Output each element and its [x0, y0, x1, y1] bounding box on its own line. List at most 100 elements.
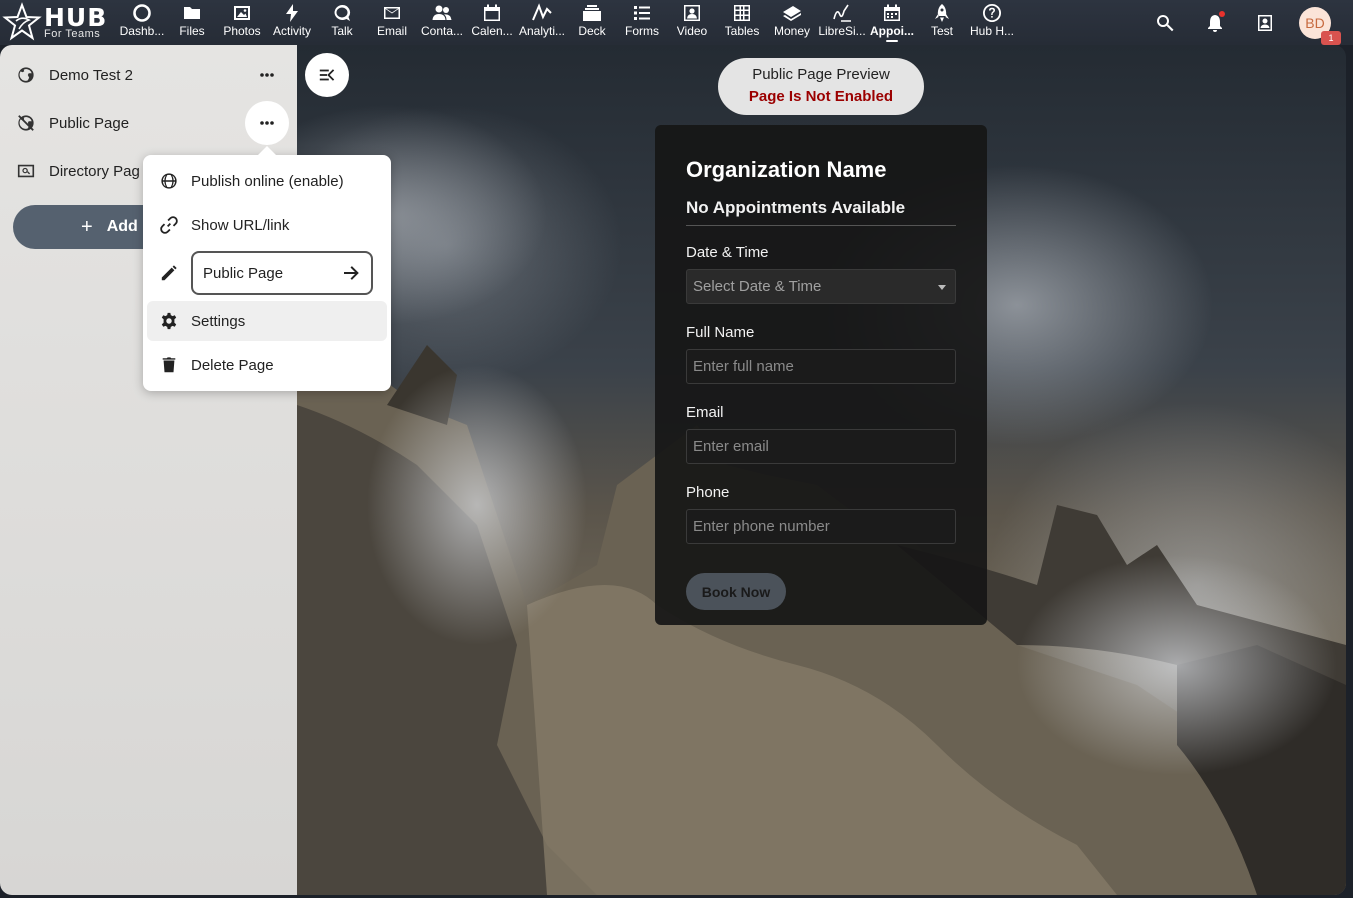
book-now-button[interactable]: Book Now — [686, 573, 786, 610]
app-label: Email — [376, 24, 407, 38]
full-name-label: Full Name — [686, 324, 755, 341]
app-label: Appoi... — [870, 24, 914, 38]
app-contacts[interactable]: Conta... — [417, 0, 467, 45]
menu-item-settings[interactable]: Settings — [147, 301, 387, 341]
globe-icon — [161, 173, 177, 189]
dots-horizontal-icon — [260, 121, 274, 125]
menu-item-label: Publish online (enable) — [191, 172, 344, 190]
app-test[interactable]: Test — [917, 0, 967, 45]
app-analytics[interactable]: Analyti... — [517, 0, 567, 45]
organization-name: Organization Name — [686, 157, 887, 182]
preview-status: Page Is Not Enabled — [748, 88, 894, 105]
sidebar-item-label: Demo Test 2 — [49, 66, 133, 84]
date-time-placeholder: Select Date & Time — [693, 278, 822, 295]
analytics-icon — [532, 3, 552, 21]
preview-status-pill: Public Page Preview Page Is Not Enabled — [718, 58, 924, 115]
contact-book-icon — [1258, 14, 1272, 31]
star-logo-icon — [2, 2, 42, 41]
video-icon — [684, 5, 700, 21]
dashboard-icon — [133, 4, 151, 22]
app-label: Analyti... — [518, 24, 566, 38]
lightning-icon — [286, 4, 298, 22]
app-label: Hub H... — [969, 24, 1014, 38]
user-avatar[interactable]: BD 1 — [1299, 6, 1341, 45]
menu-item-show-url[interactable]: Show URL/link — [147, 205, 387, 245]
pencil-icon — [161, 265, 177, 281]
calendar-icon — [484, 4, 500, 21]
app-label: Deck — [578, 24, 606, 38]
toggle-sidebar-button[interactable] — [305, 53, 349, 97]
phone-placeholder: Enter phone number — [693, 518, 830, 535]
contacts-menu-button[interactable] — [1240, 0, 1290, 45]
globe-off-icon — [18, 115, 34, 131]
full-name-placeholder: Enter full name — [693, 358, 794, 375]
app-calendar[interactable]: Calen... — [467, 0, 517, 45]
submit-rename-button[interactable] — [343, 265, 359, 281]
app-label: Test — [930, 24, 953, 38]
sidebar-item-label: Directory Pag — [49, 162, 140, 180]
app-label: Photos — [223, 24, 261, 38]
sidebar-item-label: Public Page — [49, 114, 130, 132]
deck-icon — [583, 5, 601, 21]
no-appointments-heading: No Appointments Available — [686, 198, 956, 226]
menu-item-publish[interactable]: Publish online (enable) — [147, 161, 387, 201]
mail-icon — [384, 7, 400, 19]
phone-label: Phone — [686, 484, 730, 501]
caret-down-icon — [938, 285, 946, 290]
date-time-select[interactable]: Select Date & Time — [686, 269, 956, 304]
avatar-badge: 1 — [1321, 30, 1341, 45]
app-label: Calen... — [471, 24, 513, 38]
more-options-button[interactable] — [245, 53, 289, 97]
list-icon — [634, 6, 650, 20]
money-icon — [783, 6, 801, 21]
rocket-icon — [935, 4, 949, 22]
page-preview-area: Public Page Preview Page Is Not Enabled … — [297, 45, 1346, 895]
more-options-button-open[interactable] — [245, 101, 289, 145]
full-name-input[interactable]: Enter full name — [686, 349, 956, 384]
email-input[interactable]: Enter email — [686, 429, 956, 464]
app-dashboard[interactable]: Dashb... — [117, 0, 167, 45]
rename-input[interactable]: Public Page — [191, 251, 373, 295]
app-deck[interactable]: Deck — [567, 0, 617, 45]
logo-brand: HUB — [44, 2, 108, 32]
app-email[interactable]: Email — [367, 0, 417, 45]
menu-item-label: Delete Page — [191, 356, 274, 374]
sidebar-item-demo-test-2[interactable]: Demo Test 2 — [4, 53, 293, 97]
app-label: Talk — [331, 24, 353, 38]
signature-icon — [833, 4, 851, 22]
app-label: Files — [179, 24, 205, 38]
app-label: Dashb... — [119, 24, 165, 38]
search-button[interactable] — [1140, 0, 1190, 45]
app-label: Tables — [724, 24, 760, 38]
app-activity[interactable]: Activity — [267, 0, 317, 45]
app-appointments[interactable]: Appoi... — [867, 0, 917, 45]
trash-icon — [162, 357, 176, 373]
preview-title: Public Page Preview — [752, 66, 890, 83]
app-libresign[interactable]: LibreSi... — [817, 0, 867, 45]
directory-search-icon — [17, 164, 35, 178]
app-photos[interactable]: Photos — [217, 0, 267, 45]
app-files[interactable]: Files — [167, 0, 217, 45]
app-label: Money — [773, 24, 811, 38]
search-icon — [1157, 14, 1174, 31]
app-hub-help[interactable]: Hub H... — [967, 0, 1017, 45]
menu-item-delete[interactable]: Delete Page — [147, 345, 387, 385]
help-icon — [983, 4, 1002, 22]
app-forms[interactable]: Forms — [617, 0, 667, 45]
app-label: Conta... — [420, 24, 464, 38]
notifications-button[interactable] — [1190, 0, 1240, 45]
phone-input[interactable]: Enter phone number — [686, 509, 956, 544]
app-talk[interactable]: Talk — [317, 0, 367, 45]
app-money[interactable]: Money — [767, 0, 817, 45]
folder-icon — [184, 7, 200, 19]
rename-input-value: Public Page — [203, 264, 284, 282]
app-tables[interactable]: Tables — [717, 0, 767, 45]
hub-logo[interactable]: HUB For Teams — [2, 2, 108, 42]
menu-item-rename: Public Page — [147, 251, 387, 295]
top-bar: HUB For Teams Dashb... Files Photos Acti… — [0, 0, 1353, 45]
app-frame: Demo Test 2 Public Page Directory Pag + … — [0, 45, 1346, 895]
globe-icon — [18, 67, 34, 83]
app-video[interactable]: Video — [667, 0, 717, 45]
sidebar-item-public-page[interactable]: Public Page — [4, 101, 293, 145]
chat-icon — [334, 4, 351, 22]
